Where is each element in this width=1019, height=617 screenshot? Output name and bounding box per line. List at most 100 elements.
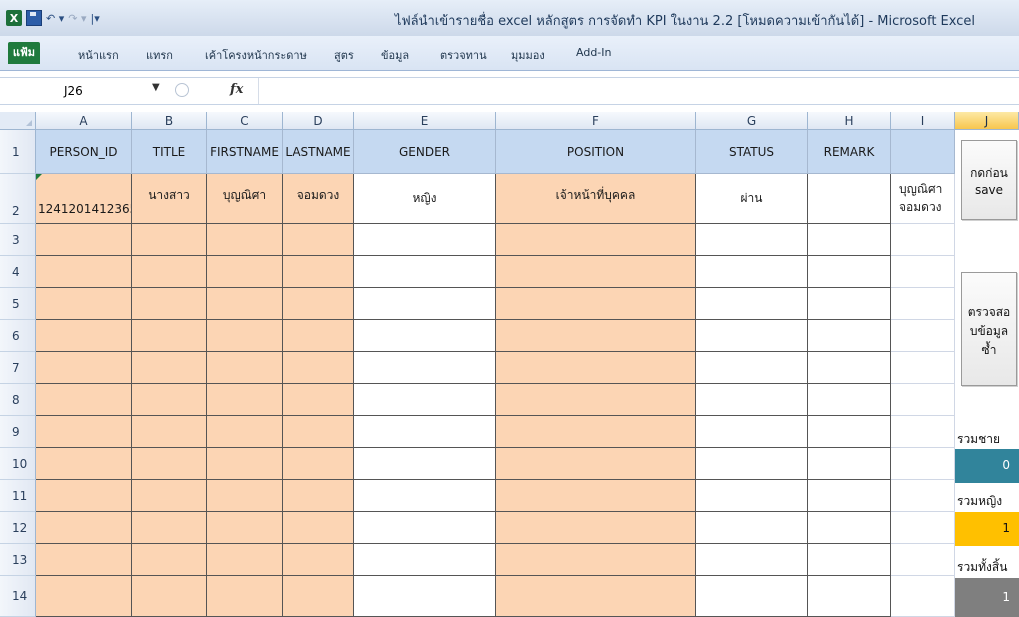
cell-d3[interactable] bbox=[283, 224, 354, 256]
cell-c12[interactable] bbox=[207, 512, 283, 544]
col-header-c[interactable]: C bbox=[207, 112, 283, 130]
header-cell-firstname[interactable]: FIRSTNAME bbox=[207, 130, 283, 174]
cell-h13[interactable] bbox=[808, 544, 891, 576]
cell-b8[interactable] bbox=[132, 384, 207, 416]
tab-view[interactable]: มุมมอง bbox=[511, 46, 545, 64]
tab-formulas[interactable]: สูตร bbox=[334, 46, 354, 64]
header-cell-lastname[interactable]: LASTNAME bbox=[283, 130, 354, 174]
cell-e10[interactable] bbox=[354, 448, 496, 480]
cell-e3[interactable] bbox=[354, 224, 496, 256]
cell-c6[interactable] bbox=[207, 320, 283, 352]
cell-f7[interactable] bbox=[496, 352, 696, 384]
cell-i12[interactable] bbox=[891, 512, 955, 544]
customize-icon[interactable]: |▾ bbox=[91, 12, 100, 25]
cell-g11[interactable] bbox=[696, 480, 808, 512]
chevron-down-icon[interactable]: ▼ bbox=[152, 82, 160, 93]
col-header-f[interactable]: F bbox=[496, 112, 696, 130]
cell-a7[interactable] bbox=[36, 352, 132, 384]
cell-g7[interactable] bbox=[696, 352, 808, 384]
cell-d2[interactable]: จอมดวง bbox=[283, 174, 354, 224]
cell-d13[interactable] bbox=[283, 544, 354, 576]
cell-h2[interactable] bbox=[808, 174, 891, 224]
tab-file[interactable]: แฟ้ม bbox=[8, 42, 40, 64]
select-all-corner[interactable] bbox=[0, 112, 36, 130]
col-header-g[interactable]: G bbox=[696, 112, 808, 130]
cell-c5[interactable] bbox=[207, 288, 283, 320]
header-cell-remark[interactable]: REMARK bbox=[808, 130, 891, 174]
male-total-value[interactable]: 0 bbox=[955, 449, 1019, 483]
cell-f13[interactable] bbox=[496, 544, 696, 576]
save-button[interactable]: กดก่อน save bbox=[961, 140, 1017, 220]
col-header-a[interactable]: A bbox=[36, 112, 132, 130]
cell-g9[interactable] bbox=[696, 416, 808, 448]
cell-a5[interactable] bbox=[36, 288, 132, 320]
cell-c10[interactable] bbox=[207, 448, 283, 480]
cell-i10[interactable] bbox=[891, 448, 955, 480]
cell-c8[interactable] bbox=[207, 384, 283, 416]
row-header-14[interactable]: 14 bbox=[0, 576, 36, 617]
row-header-10[interactable]: 10 bbox=[0, 448, 36, 480]
cell-f5[interactable] bbox=[496, 288, 696, 320]
cell-i11[interactable] bbox=[891, 480, 955, 512]
cell-g10[interactable] bbox=[696, 448, 808, 480]
header-cell-gender[interactable]: GENDER bbox=[354, 130, 496, 174]
cell-h5[interactable] bbox=[808, 288, 891, 320]
cell-d6[interactable] bbox=[283, 320, 354, 352]
cell-g5[interactable] bbox=[696, 288, 808, 320]
cell-f4[interactable] bbox=[496, 256, 696, 288]
row-header-7[interactable]: 7 bbox=[0, 352, 36, 384]
cell-d14[interactable] bbox=[283, 576, 354, 617]
cell-h7[interactable] bbox=[808, 352, 891, 384]
cell-g4[interactable] bbox=[696, 256, 808, 288]
excel-logo-icon[interactable]: X bbox=[6, 10, 22, 26]
cell-i4[interactable] bbox=[891, 256, 955, 288]
cell-b11[interactable] bbox=[132, 480, 207, 512]
cell-h14[interactable] bbox=[808, 576, 891, 617]
col-header-j[interactable]: J bbox=[955, 112, 1019, 130]
cell-d10[interactable] bbox=[283, 448, 354, 480]
cell-e7[interactable] bbox=[354, 352, 496, 384]
cell-a9[interactable] bbox=[36, 416, 132, 448]
col-header-b[interactable]: B bbox=[132, 112, 207, 130]
row-header-1[interactable]: 1 bbox=[0, 130, 36, 174]
cell-c3[interactable] bbox=[207, 224, 283, 256]
cell-g14[interactable] bbox=[696, 576, 808, 617]
cell-c4[interactable] bbox=[207, 256, 283, 288]
cell-i9[interactable] bbox=[891, 416, 955, 448]
grand-total-value[interactable]: 1 bbox=[955, 578, 1019, 617]
tab-home[interactable]: หน้าแรก bbox=[78, 46, 119, 64]
cell-e14[interactable] bbox=[354, 576, 496, 617]
cell-e4[interactable] bbox=[354, 256, 496, 288]
cell-b9[interactable] bbox=[132, 416, 207, 448]
cell-c14[interactable] bbox=[207, 576, 283, 617]
cell-c11[interactable] bbox=[207, 480, 283, 512]
row-header-4[interactable]: 4 bbox=[0, 256, 36, 288]
header-cell-title[interactable]: TITLE bbox=[132, 130, 207, 174]
cell-i2[interactable]: บุญณิศา จอมดวง bbox=[891, 174, 955, 224]
header-cell-i1[interactable] bbox=[891, 130, 955, 174]
cell-i3[interactable] bbox=[891, 224, 955, 256]
cell-e12[interactable] bbox=[354, 512, 496, 544]
cell-d12[interactable] bbox=[283, 512, 354, 544]
cell-d5[interactable] bbox=[283, 288, 354, 320]
cell-b10[interactable] bbox=[132, 448, 207, 480]
cell-h11[interactable] bbox=[808, 480, 891, 512]
header-cell-status[interactable]: STATUS bbox=[696, 130, 808, 174]
row-header-8[interactable]: 8 bbox=[0, 384, 36, 416]
cell-e11[interactable] bbox=[354, 480, 496, 512]
cell-a14[interactable] bbox=[36, 576, 132, 617]
cell-b6[interactable] bbox=[132, 320, 207, 352]
cell-f14[interactable] bbox=[496, 576, 696, 617]
cell-d4[interactable] bbox=[283, 256, 354, 288]
cancel-icon[interactable] bbox=[175, 83, 189, 97]
cell-f8[interactable] bbox=[496, 384, 696, 416]
cell-a11[interactable] bbox=[36, 480, 132, 512]
cell-e13[interactable] bbox=[354, 544, 496, 576]
row-header-9[interactable]: 9 bbox=[0, 416, 36, 448]
insert-function-icon[interactable]: fx bbox=[230, 82, 243, 97]
cell-f10[interactable] bbox=[496, 448, 696, 480]
cell-f6[interactable] bbox=[496, 320, 696, 352]
cell-b13[interactable] bbox=[132, 544, 207, 576]
cell-c13[interactable] bbox=[207, 544, 283, 576]
cell-b7[interactable] bbox=[132, 352, 207, 384]
